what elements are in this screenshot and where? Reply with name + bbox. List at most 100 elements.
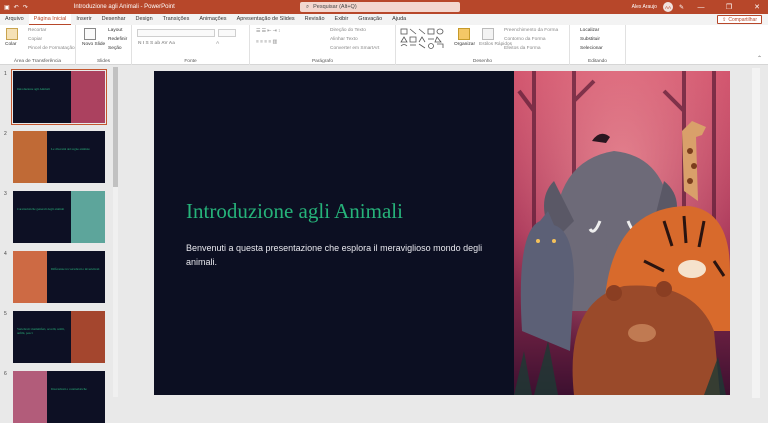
animals-illustration xyxy=(514,71,730,395)
save-icon[interactable]: ▣ xyxy=(4,4,10,11)
replace-button[interactable]: Substituir xyxy=(580,37,600,42)
cut-button[interactable]: Recortar xyxy=(28,28,46,33)
slide-thumbnail-pane: 1 Introduzione agli Animali 2 Le diversità … xyxy=(0,65,118,423)
reset-button[interactable]: Redefinir xyxy=(108,37,127,42)
thumbnail-scrollbar-thumb[interactable] xyxy=(113,67,118,187)
minimize-icon[interactable]: — xyxy=(690,4,712,11)
tab-5[interactable]: Transições xyxy=(158,14,195,25)
tab-0[interactable]: Arquivo xyxy=(0,14,29,25)
align-text-button[interactable]: Alinhar Texto xyxy=(330,37,358,42)
shape-effects-button[interactable]: Efeitos da Forma xyxy=(504,46,541,51)
slide-thumbnail[interactable]: Vertebrati: mammiferi, uccelli, rettili,… xyxy=(13,311,105,363)
thumbnail-number: 5 xyxy=(4,311,7,317)
undo-icon[interactable]: ↶ xyxy=(14,4,19,11)
shapes-gallery[interactable] xyxy=(400,28,448,52)
user-name: Alex Araujo xyxy=(631,4,657,10)
font-color-icon[interactable]: A xyxy=(216,41,219,46)
slide-thumbnail[interactable]: Introduzione agli Animali xyxy=(11,69,107,125)
thumbnail-title: Caratteristiche generali degli animali xyxy=(17,207,65,211)
quick-access-toolbar: ▣ ↶ ↷ Introduzione agli Animali - PowerP… xyxy=(0,4,250,11)
collapse-ribbon-icon[interactable]: ⌃ xyxy=(757,55,762,62)
thumbnail-number: 4 xyxy=(4,251,7,257)
tab-9[interactable]: Exibir xyxy=(330,14,354,25)
search-box[interactable]: ⌕ Pesquisar (Alt+Q) xyxy=(300,2,460,12)
tab-7[interactable]: Apresentação de Slides xyxy=(232,14,300,25)
tab-2[interactable]: Inserir xyxy=(71,14,96,25)
thumbnail-scrollbar[interactable] xyxy=(113,67,118,397)
slide-thumbnail[interactable]: Invertebrati e caratteristiche xyxy=(13,371,105,423)
group-label-paragraph: Parágrafo xyxy=(311,59,334,64)
paste-icon[interactable] xyxy=(6,28,18,40)
section-button[interactable]: Seção xyxy=(108,46,122,51)
smartart-button[interactable]: Converter em SmartArt xyxy=(330,46,379,51)
new-slide-button[interactable]: Novo Slide xyxy=(82,42,105,47)
tab-10[interactable]: Gravação xyxy=(353,14,387,25)
tab-6[interactable]: Animações xyxy=(194,14,231,25)
shape-fill-button[interactable]: Preenchimento da Forma xyxy=(504,28,558,33)
thumbnail-number: 6 xyxy=(4,371,7,377)
group-label-editing: Editando xyxy=(588,59,607,64)
arrange-button[interactable]: Organizar xyxy=(454,42,475,47)
paste-button[interactable]: Colar xyxy=(5,42,16,47)
thumbnail-image xyxy=(13,371,47,423)
slide-thumbnail[interactable]: Le diversità del regno animale xyxy=(13,131,105,183)
redo-icon[interactable]: ↷ xyxy=(23,4,28,11)
avatar[interactable]: AA xyxy=(662,2,673,12)
group-label-clipboard: Área de Transferência xyxy=(13,59,62,64)
share-icon: ⇪ xyxy=(722,16,727,23)
tab-1[interactable]: Página Inicial xyxy=(28,14,72,25)
thumbnail-image xyxy=(13,251,47,303)
ribbon-tabs: Arquivo Página Inicial Inserir Desenhar Desi… xyxy=(0,14,768,25)
thumbnail-number: 2 xyxy=(4,131,7,137)
layout-button[interactable]: Layout xyxy=(108,28,122,33)
thumbnail-title: Introduzione agli Animali xyxy=(17,87,50,91)
slide-body-text[interactable]: Benvenuti a questa presentazione che esp… xyxy=(186,241,486,269)
font-format-icons[interactable]: N I S S ab AV Aa xyxy=(138,41,175,46)
group-drawing: Organizar Estilos Rápidos Preenchimento … xyxy=(396,25,570,65)
slide-scrollbar[interactable] xyxy=(752,68,760,398)
close-icon[interactable]: ✕ xyxy=(746,3,768,11)
tab-11[interactable]: Ajuda xyxy=(387,14,411,25)
group-paragraph: ☰ ☰ ⇤ ⇥ ↕ ≡ ≡ ≡ ≡ ▥ Direção do Texto Ali… xyxy=(250,25,396,65)
slide-thumbnail[interactable]: Differenze tra vertebrati e invertebrati xyxy=(13,251,105,303)
tab-3[interactable]: Desenhar xyxy=(97,14,131,25)
thumbnail-image xyxy=(71,191,105,243)
thumbnail-image xyxy=(71,311,105,363)
quick-styles-icon[interactable] xyxy=(482,28,494,40)
thumbnail-image xyxy=(71,71,105,123)
thumbnail-title: Vertebrati: mammiferi, uccelli, rettili,… xyxy=(17,327,65,335)
share-label: Compartilhar xyxy=(728,16,757,23)
new-slide-icon[interactable] xyxy=(84,28,96,40)
window-title: Introduzione agli Animali - PowerPoint xyxy=(73,4,175,10)
font-name-select[interactable] xyxy=(137,29,215,37)
restore-icon[interactable]: ❐ xyxy=(718,3,740,11)
thumbnail-number: 1 xyxy=(4,71,7,77)
font-size-select[interactable] xyxy=(218,29,236,37)
tab-8[interactable]: Revisão xyxy=(300,14,330,25)
group-editing: Localizar Substituir Selecionar Editando xyxy=(570,25,626,65)
share-button[interactable]: ⇪ Compartilhar xyxy=(717,15,762,24)
title-bar: ▣ ↶ ↷ Introduzione agli Animali - PowerP… xyxy=(0,0,768,14)
align-icons[interactable]: ≡ ≡ ≡ ≡ ▥ xyxy=(256,40,277,45)
bullets-icon[interactable]: ☰ ☰ ⇤ ⇥ ↕ xyxy=(256,29,280,34)
select-button[interactable]: Selecionar xyxy=(580,46,603,51)
slide-thumbnail[interactable]: Caratteristiche generali degli animali xyxy=(13,191,105,243)
slide-canvas[interactable]: Introduzione agli Animali Benvenuti a qu… xyxy=(154,71,730,395)
shape-outline-button[interactable]: Contorno da Forma xyxy=(504,37,546,42)
pen-icon[interactable]: ✎ xyxy=(679,4,684,11)
copy-button[interactable]: Copiar xyxy=(28,37,42,42)
search-placeholder: Pesquisar (Alt+Q) xyxy=(313,4,357,10)
format-painter-button[interactable]: Pincel de Formatação xyxy=(28,46,75,51)
slide-title[interactable]: Introduzione agli Animali xyxy=(186,199,403,224)
find-button[interactable]: Localizar xyxy=(580,28,599,33)
text-direction-button[interactable]: Direção do Texto xyxy=(330,28,366,33)
thumbnail-title: Le diversità del regno animale xyxy=(51,147,90,151)
group-font: N I S S ab AV Aa A Fonte xyxy=(132,25,250,65)
group-slides: Novo Slide Layout Redefinir Seção Slides xyxy=(76,25,132,65)
group-label-drawing: Desenho xyxy=(472,59,493,64)
tab-4[interactable]: Design xyxy=(131,14,158,25)
thumbnail-number: 3 xyxy=(4,191,7,197)
ribbon: Colar Recortar Copiar Pincel de Formataç… xyxy=(0,25,768,65)
arrange-icon[interactable] xyxy=(458,28,470,40)
thumbnail-title: Differenze tra vertebrati e invertebrati xyxy=(51,267,100,271)
